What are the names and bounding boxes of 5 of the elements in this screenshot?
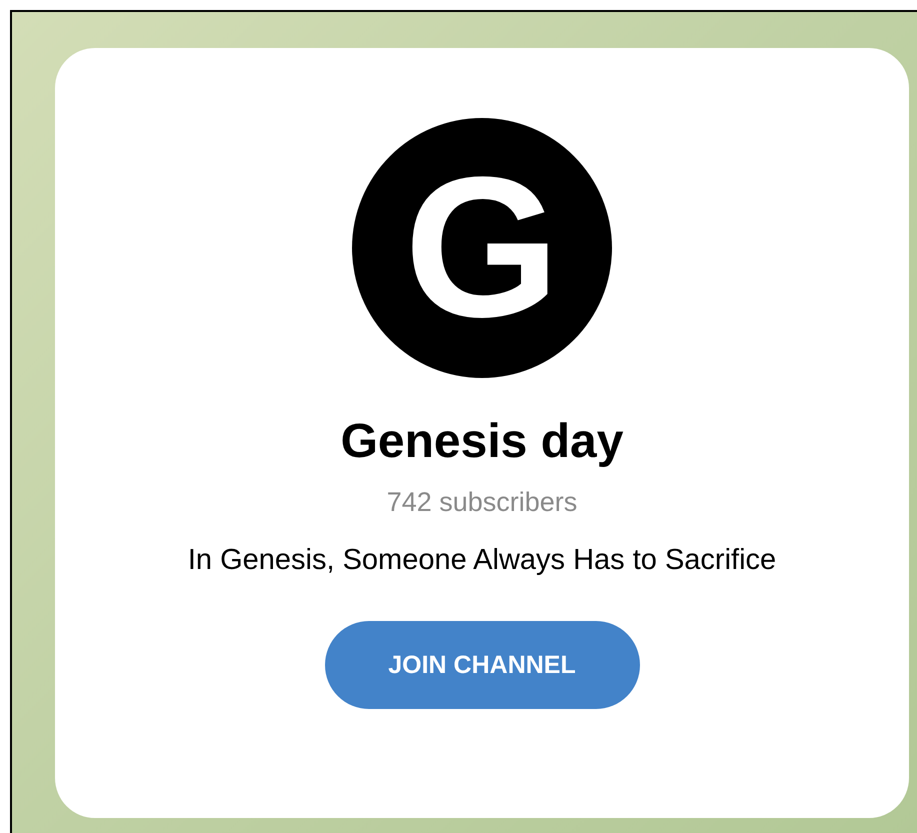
join-channel-button[interactable]: JOIN CHANNEL <box>324 621 640 709</box>
subscriber-count: 742 subscribers <box>386 487 578 518</box>
channel-description: In Genesis, Someone Always Has to Sacrifice <box>188 544 776 577</box>
channel-logo: G <box>352 118 612 378</box>
channel-title: Genesis day <box>340 414 624 469</box>
